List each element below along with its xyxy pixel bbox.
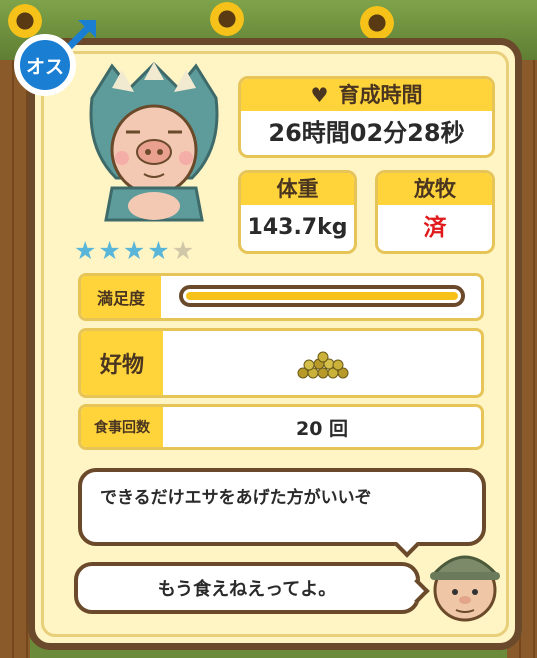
meals-value: 20 回 <box>295 417 349 440</box>
satisfaction-bar <box>179 285 465 307</box>
satisfaction-bar-fill <box>186 292 458 300</box>
speech-bubble-farmer: もう食えねえってよ。 <box>74 562 420 614</box>
growth-time-panel: ♥ 育成時間 26時間02分28秒 <box>238 76 495 158</box>
grazing-label: 放牧 <box>378 173 492 205</box>
growth-time-label: 育成時間 <box>338 83 423 107</box>
star-filled-icon: ★ <box>98 236 121 265</box>
pig-avatar-icon <box>89 61 219 222</box>
meals-row: 食事回数 20 回 <box>78 404 484 450</box>
satisfaction-row: 満足度 <box>78 273 484 321</box>
speech-bubble-advice: できるだけエサをあげた方がいいぞ <box>78 468 486 546</box>
growth-time-header: ♥ 育成時間 <box>241 79 492 111</box>
favorite-label: 好物 <box>81 331 163 395</box>
rating-stars: ★ ★ ★ ★ ★ <box>74 238 194 263</box>
satisfaction-label: 満足度 <box>81 276 161 318</box>
star-filled-icon: ★ <box>147 236 170 265</box>
grazing-value: 済 <box>423 215 447 241</box>
star-filled-icon: ★ <box>74 236 97 265</box>
weight-value: 143.7kg <box>247 215 348 240</box>
gender-label: オス <box>14 34 76 96</box>
grazing-panel: 放牧 済 <box>375 170 495 254</box>
weight-label: 体重 <box>241 173 354 205</box>
feed-pellets-icon <box>297 351 349 379</box>
farmer-avatar-icon <box>430 555 500 622</box>
heart-icon: ♥ <box>310 83 329 107</box>
sunflower-icon <box>360 6 394 40</box>
fence-left <box>0 60 30 658</box>
weight-panel: 体重 143.7kg <box>238 170 357 254</box>
star-empty-icon: ★ <box>171 236 195 265</box>
meals-label: 食事回数 <box>81 407 163 447</box>
growth-time-value: 26時間02分28秒 <box>268 119 465 147</box>
star-filled-icon: ★ <box>122 236 146 265</box>
favorite-row: 好物 <box>78 328 484 398</box>
sunflower-icon <box>210 2 244 36</box>
